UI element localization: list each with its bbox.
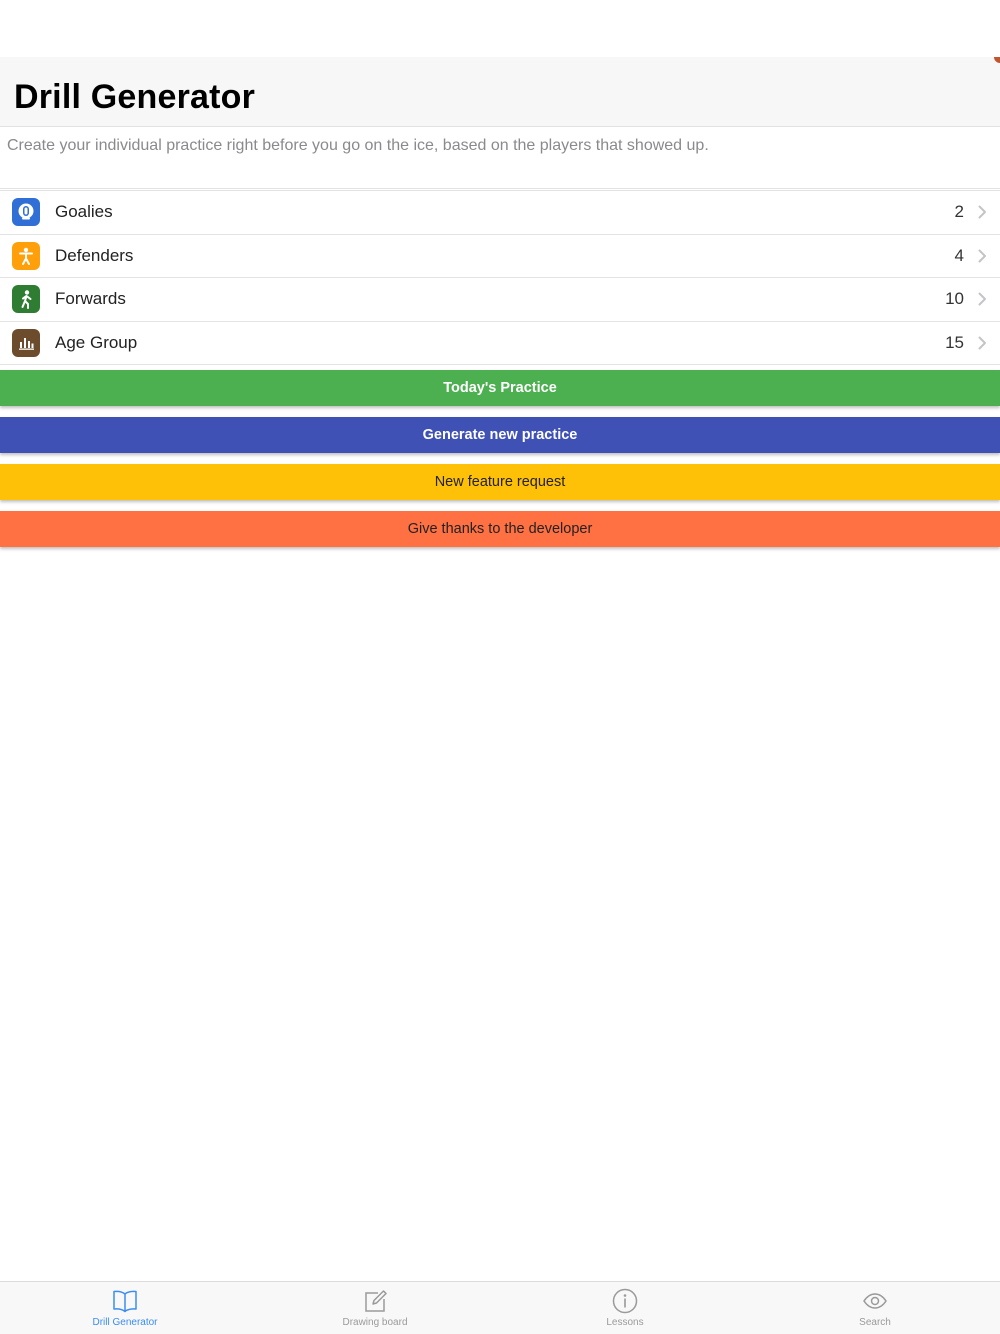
intro-section: Create your individual practice right be… [0,127,1000,189]
defenders-label: Defenders [55,245,134,265]
goalies-row[interactable]: Goalies 2 [0,191,1000,235]
intro-text: Create your individual practice right be… [7,137,709,154]
player-settings-list: Goalies 2 Defenders 4 Forwards 10 Age Gr… [0,190,1000,365]
goalies-label: Goalies [55,202,113,222]
tab-search[interactable]: Search [750,1282,1000,1334]
chevron-right-icon [978,292,988,306]
age-group-label: Age Group [55,332,138,352]
tab-drawing-board[interactable]: Drawing board [250,1282,500,1334]
eye-icon [861,1288,889,1314]
status-bar [0,0,1000,57]
defenders-row[interactable]: Defenders 4 [0,234,1000,278]
feature-request-button[interactable]: New feature request [0,464,1000,500]
app-screen: Drill Generator Create your individual p… [0,0,1000,1334]
tab-label: Drill Generator [92,1317,158,1328]
forward-icon [12,285,40,314]
defenders-count: 4 [954,245,964,265]
defender-icon [12,241,40,270]
chevron-right-icon [978,205,988,219]
forwards-row[interactable]: Forwards 10 [0,278,1000,322]
chevron-right-icon [978,249,988,263]
forwards-label: Forwards [55,289,126,309]
forwards-count: 10 [945,289,964,309]
goalie-icon [12,198,40,227]
navigation-bar: Drill Generator [0,57,1000,127]
page-title: Drill Generator [14,78,256,117]
thanks-developer-button[interactable]: Give thanks to the developer [0,511,1000,547]
tab-drill-generator[interactable]: Drill Generator [0,1282,250,1334]
book-icon [111,1288,139,1314]
age-group-row[interactable]: Age Group 15 [0,321,1000,365]
age-group-value: 15 [945,332,964,352]
tab-label: Drawing board [342,1317,408,1328]
compose-icon [361,1288,389,1314]
chevron-right-icon [978,336,988,350]
info-icon [611,1288,639,1314]
tab-label: Lessons [606,1317,644,1328]
age-chart-icon [12,328,40,357]
action-buttons: Today's Practice Generate new practice N… [0,370,1000,547]
todays-practice-button[interactable]: Today's Practice [0,370,1000,406]
tab-bar: Drill Generator Drawing board Lessons Se… [0,1281,1000,1334]
tab-label: Search [859,1317,891,1328]
goalies-count: 2 [954,202,964,222]
tab-lessons[interactable]: Lessons [500,1282,750,1334]
generate-practice-button[interactable]: Generate new practice [0,417,1000,453]
